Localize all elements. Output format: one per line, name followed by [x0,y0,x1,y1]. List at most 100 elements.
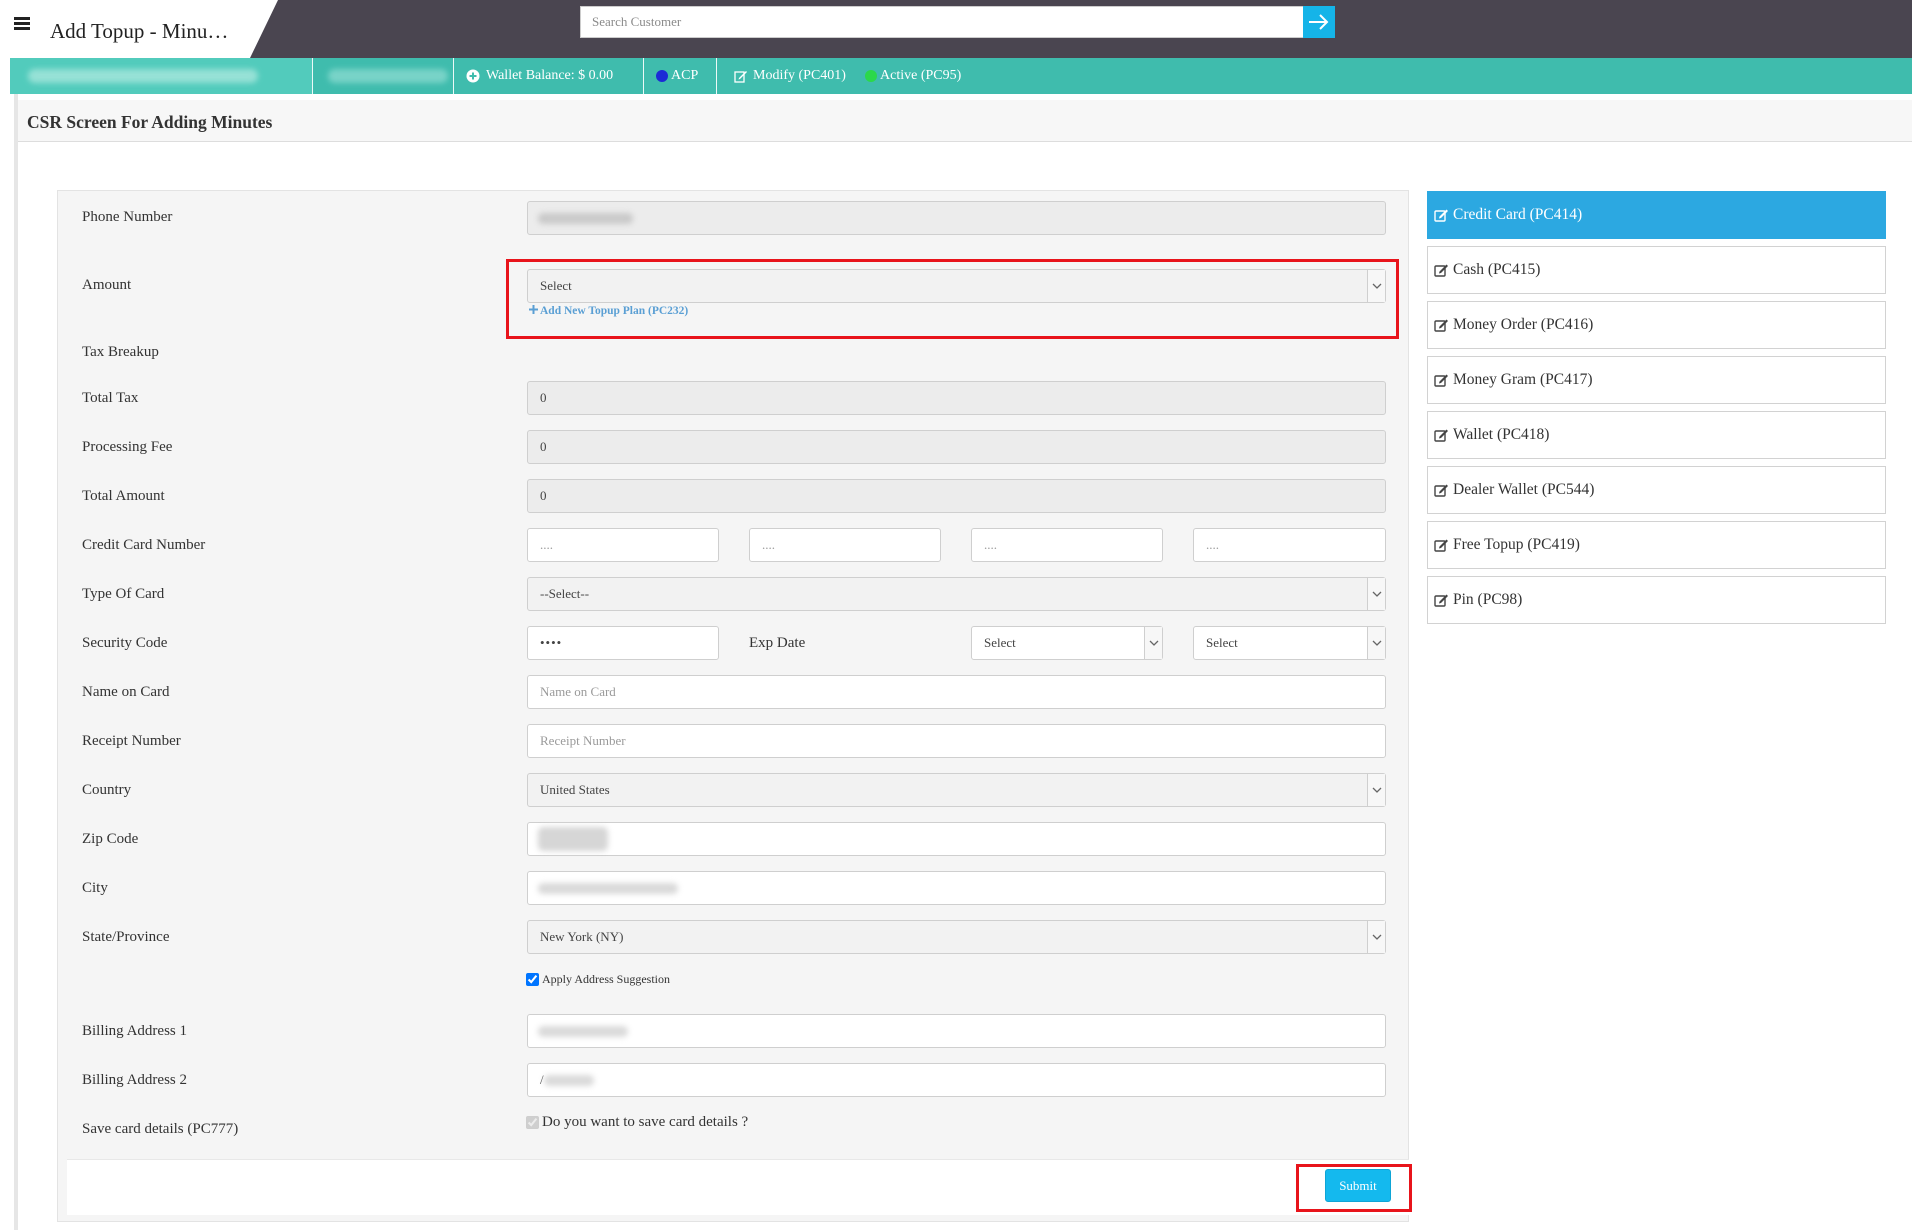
payment-method-item[interactable]: Dealer Wallet (PC544) [1427,466,1886,514]
divider [312,58,313,94]
zip-code-field[interactable] [527,822,1386,856]
chevron-down-icon [1367,578,1385,610]
receipt-number-field[interactable] [527,724,1386,758]
billing-address-2-label: Billing Address 2 [82,1072,188,1088]
security-code-field[interactable] [527,626,719,660]
chevron-down-icon [1367,627,1385,659]
amount-label: Amount [82,277,132,293]
edit-icon [1434,264,1448,277]
payment-method-item[interactable]: Cash (PC415) [1427,246,1886,294]
plus-icon [529,305,538,314]
payment-method-item[interactable]: Money Gram (PC417) [1427,356,1886,404]
redacted-billing-address-2 [544,1075,594,1086]
edit-icon [1434,319,1448,332]
customer-info-redacted [10,58,312,94]
processing-fee-field [527,430,1386,464]
payment-method-item[interactable]: Money Order (PC416) [1427,301,1886,349]
payment-method-label: Free Topup (PC419) [1453,536,1580,553]
edit-icon [1434,594,1448,607]
screen-heading: CSR Screen For Adding Minutes [27,112,273,132]
exp-month-value: Select [984,635,1016,650]
exp-date-label: Exp Date [749,635,806,651]
card-type-value: --Select-- [540,586,590,601]
redacted-city [538,883,678,894]
card-number-part-2[interactable] [749,528,941,562]
active-dot-icon [865,70,877,82]
country-select[interactable]: United States [527,773,1386,807]
redacted-billing-address-1 [538,1026,628,1037]
active-status: Active (PC95) [865,68,961,84]
payment-method-item[interactable]: Free Topup (PC419) [1427,521,1886,569]
billing-address-1-label: Billing Address 1 [82,1023,188,1039]
total-tax-field [527,381,1386,415]
state-value: New York (NY) [540,929,624,944]
chevron-down-icon [1367,774,1385,806]
amount-select[interactable]: Select [527,269,1386,303]
redacted-phone-number [538,213,633,224]
country-value: United States [540,782,610,797]
billing-address-2-field[interactable]: / [527,1063,1386,1097]
add-topup-plan-link[interactable]: Add New Topup Plan (PC232) [529,305,688,317]
search-customer-input[interactable] [580,6,1304,38]
payment-method-label: Credit Card (PC414) [1453,206,1583,223]
apply-address-suggestion-row: Apply Address Suggestion [526,972,670,987]
divider [453,58,454,94]
acp-label: ACP [671,68,699,83]
security-code-label: Security Code [82,635,168,651]
state-select[interactable]: New York (NY) [527,920,1386,954]
edit-icon [734,70,747,83]
chevron-down-icon [1367,921,1385,953]
payment-method-label: Money Order (PC416) [1453,316,1594,333]
card-type-select[interactable]: --Select-- [527,577,1386,611]
arrow-right-icon [1309,14,1329,30]
left-rule [14,94,18,1230]
edit-icon [1434,484,1448,497]
payment-method-item[interactable]: Wallet (PC418) [1427,411,1886,459]
wallet-balance: Wallet Balance: $ 0.00 [466,68,613,84]
city-field[interactable] [527,871,1386,905]
edit-icon [1434,539,1448,552]
apply-address-checkbox[interactable] [526,973,539,986]
edit-icon [1434,209,1448,222]
customer-search [580,6,1335,38]
save-card-question: Do you want to save card details ? [542,1114,749,1130]
processing-fee-label: Processing Fee [82,439,173,455]
phone-number-field [527,201,1386,235]
save-card-row: Do you want to save card details ? [526,1114,748,1131]
receipt-number-label: Receipt Number [82,733,181,749]
payment-method-label: Wallet (PC418) [1453,426,1550,443]
save-card-checkbox[interactable] [526,1116,539,1129]
hamburger-menu-icon[interactable] [14,17,30,30]
redacted-zip-code [538,827,608,851]
chevron-down-icon [1367,270,1385,302]
card-number-part-4[interactable] [1193,528,1386,562]
modify-link[interactable]: Modify (PC401) [734,68,846,84]
amount-select-value: Select [540,278,572,293]
chevron-down-icon [1144,627,1162,659]
billing-address-1-field[interactable] [527,1014,1386,1048]
name-on-card-field[interactable] [527,675,1386,709]
exp-year-select[interactable]: Select [1193,626,1386,660]
card-number-part-3[interactable] [971,528,1163,562]
apply-address-label: Apply Address Suggestion [542,972,671,986]
title-tab: Add Topup - Minu… [0,0,278,58]
exp-month-select[interactable]: Select [971,626,1163,660]
divider [643,58,644,94]
plus-circle-icon [466,69,480,83]
payment-method-item[interactable]: Credit Card (PC414) [1427,191,1886,239]
tax-breakup-label: Tax Breakup [82,344,159,360]
submit-button[interactable]: Submit [1325,1169,1391,1202]
exp-year-value: Select [1206,635,1238,650]
payment-method-label: Money Gram (PC417) [1453,371,1593,388]
total-amount-field [527,479,1386,513]
divider [716,58,717,94]
acp-status: ACP [656,68,698,84]
payment-method-label: Dealer Wallet (PC544) [1453,481,1595,498]
card-number-part-1[interactable] [527,528,719,562]
redacted-customer-id [328,69,448,83]
top-bar: Add Topup - Minu… [0,0,1912,58]
search-go-button[interactable] [1303,6,1335,38]
credit-card-number-label: Credit Card Number [82,537,206,553]
country-label: Country [82,782,132,798]
payment-method-item[interactable]: Pin (PC98) [1427,576,1886,624]
